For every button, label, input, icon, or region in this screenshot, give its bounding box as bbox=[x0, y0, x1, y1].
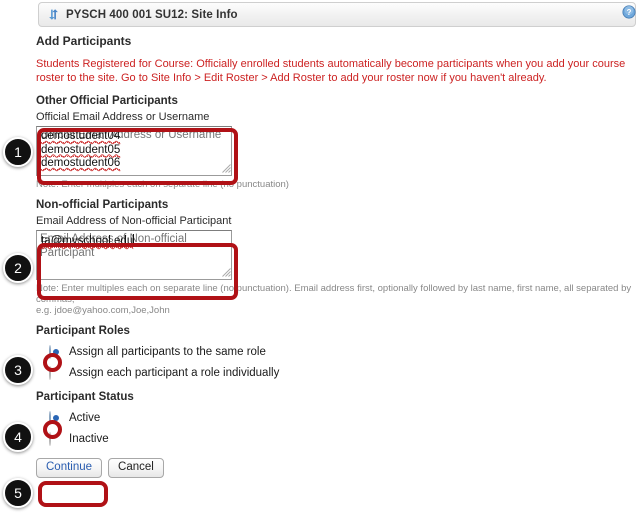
form-actions: Continue Cancel bbox=[36, 458, 636, 478]
radio-row-status-active[interactable]: Active bbox=[36, 410, 636, 425]
official-email-field-wrapper: demostudent04 demostudent05 demostudent0… bbox=[36, 126, 236, 176]
step-marker-4: 4 bbox=[3, 422, 33, 452]
nonofficial-email-input[interactable] bbox=[36, 230, 232, 280]
help-question-icon[interactable]: ? bbox=[622, 5, 636, 19]
nonofficial-email-field-wrapper: ta@myschool.edu bbox=[36, 230, 236, 280]
page-title: Add Participants bbox=[36, 34, 132, 48]
annotation-box-continue bbox=[38, 481, 108, 507]
radio-label-status-inactive: Inactive bbox=[69, 433, 109, 445]
step-marker-3: 3 bbox=[3, 355, 33, 385]
step-marker-1: 1 bbox=[3, 137, 33, 167]
nonofficial-email-note: Note: Enter multiples each on separate l… bbox=[36, 283, 636, 316]
nonofficial-email-label: Email Address of Non-official Participan… bbox=[36, 215, 232, 227]
official-participants-heading: Other Official Participants bbox=[36, 95, 178, 107]
continue-button[interactable]: Continue bbox=[36, 458, 103, 478]
radio-status-active[interactable] bbox=[49, 410, 62, 425]
nonofficial-note-line-1: Note: Enter multiples each on separate l… bbox=[36, 283, 632, 305]
radio-status-inactive[interactable] bbox=[49, 431, 62, 446]
radio-label-assign-individually: Assign each participant a role individua… bbox=[69, 367, 280, 379]
radio-assign-same-role[interactable] bbox=[49, 344, 62, 359]
window-titlebar: PYSCH 400 001 SU12: Site Info bbox=[38, 2, 636, 27]
radio-row-assign-same-role[interactable]: Assign all participants to the same role bbox=[36, 344, 636, 359]
warning-label: Students Registered for Course: bbox=[36, 58, 194, 70]
nonofficial-participants-heading: Non-official Participants bbox=[36, 199, 169, 211]
window-title: PYSCH 400 001 SU12: Site Info bbox=[66, 8, 238, 21]
radio-label-assign-same-role: Assign all participants to the same role bbox=[69, 346, 266, 358]
radio-row-status-inactive[interactable]: Inactive bbox=[36, 431, 636, 446]
nonofficial-note-line-2: e.g. jdoe@yahoo.com,Joe,John bbox=[36, 305, 170, 316]
official-email-note: Note: Enter multiples each on separate l… bbox=[36, 179, 289, 190]
radio-assign-individually[interactable] bbox=[49, 365, 62, 380]
add-participants-form: Add Participants Students Registered for… bbox=[36, 34, 636, 478]
official-email-input[interactable] bbox=[36, 126, 232, 176]
participant-roles-heading: Participant Roles bbox=[36, 325, 130, 337]
step-marker-2: 2 bbox=[3, 253, 33, 283]
swap-arrows-icon bbox=[49, 9, 58, 20]
step-marker-5: 5 bbox=[3, 478, 33, 508]
course-roster-warning: Students Registered for Course: Official… bbox=[36, 57, 636, 85]
radio-label-status-active: Active bbox=[69, 412, 101, 424]
participant-status-heading: Participant Status bbox=[36, 391, 134, 403]
svg-text:?: ? bbox=[627, 8, 632, 17]
cancel-button[interactable]: Cancel bbox=[108, 458, 164, 478]
radio-row-assign-individually[interactable]: Assign each participant a role individua… bbox=[36, 365, 636, 380]
official-email-label: Official Email Address or Username bbox=[36, 111, 210, 123]
